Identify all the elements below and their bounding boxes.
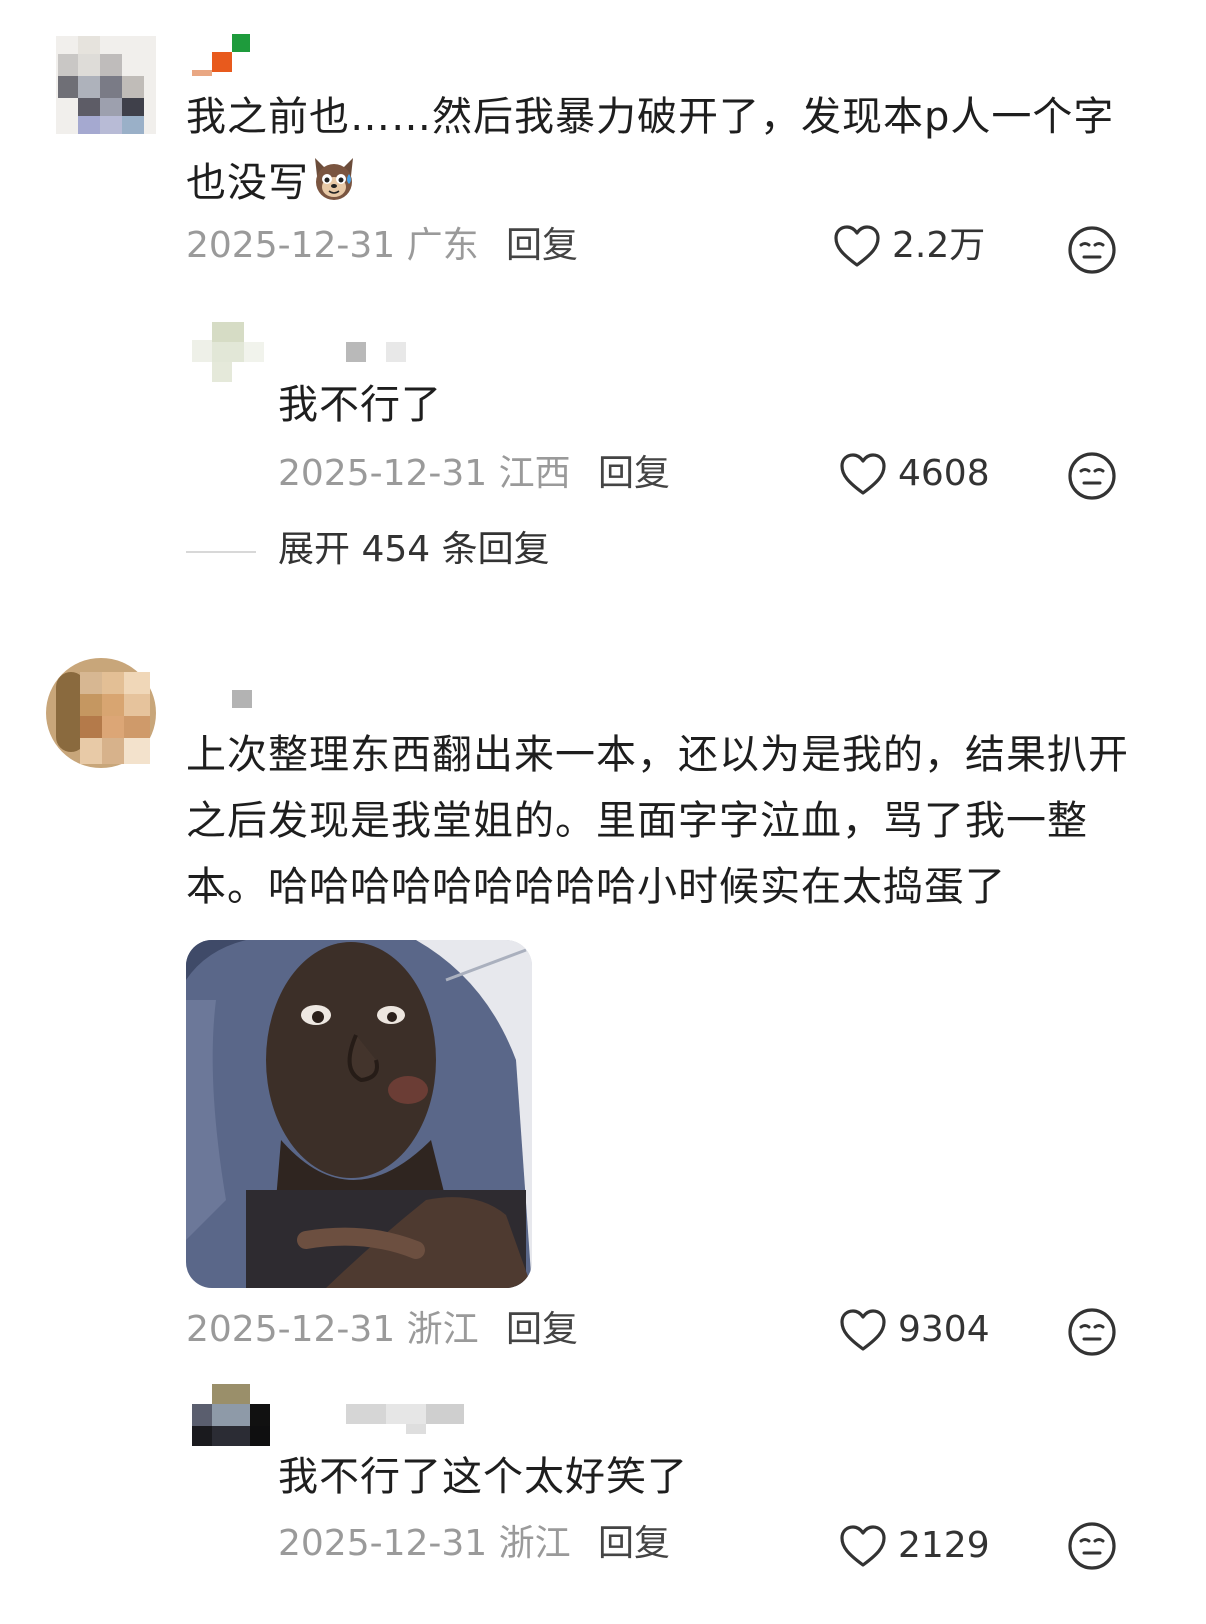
username-blurred[interactable] xyxy=(346,342,406,362)
reply-text: 我不行了 xyxy=(278,382,442,428)
like-button[interactable]: 2129 xyxy=(838,1518,990,1574)
comment-text: 我之前也……然后我暴力破开了，发现本p人一个字 也没写 xyxy=(186,94,1115,206)
like-count: 2129 xyxy=(898,1525,990,1566)
comment-meta: 2025-12-31 浙江 xyxy=(186,1308,479,1352)
neutral-face-icon[interactable] xyxy=(1066,224,1118,276)
avatar[interactable] xyxy=(192,320,272,384)
like-button[interactable]: 9304 xyxy=(838,1302,990,1358)
expand-replies-button[interactable]: 展开 454 条回复 xyxy=(278,528,550,572)
reply-meta: 2025-12-31 浙江 xyxy=(278,1522,571,1566)
comment-text: 上次整理东西翻出来一本，还以为是我的，结果扒开 之后发现是我堂姐的。里面字字泣血… xyxy=(186,732,1129,910)
like-count: 9304 xyxy=(898,1309,990,1350)
reply-region: 江西 xyxy=(498,453,571,494)
username-blurred[interactable] xyxy=(346,1404,464,1434)
comment-date: 2025-12-31 xyxy=(186,225,396,266)
heart-outline-icon xyxy=(840,1309,886,1351)
reply-button[interactable]: 回复 xyxy=(506,224,578,268)
reply-region: 浙江 xyxy=(498,1523,571,1564)
avatar[interactable] xyxy=(192,1384,272,1450)
neutral-face-icon[interactable] xyxy=(1066,1306,1118,1358)
comment-region: 广东 xyxy=(406,225,479,266)
comment-date: 2025-12-31 xyxy=(186,1309,396,1350)
comment-region: 浙江 xyxy=(406,1309,479,1350)
reply-meta: 2025-12-31 江西 xyxy=(278,452,571,496)
like-button[interactable]: 4608 xyxy=(838,446,990,502)
reply-button[interactable]: 回复 xyxy=(506,1308,578,1352)
avatar[interactable] xyxy=(46,658,156,768)
avatar[interactable] xyxy=(56,36,156,134)
dog-face-sweat-emoji xyxy=(309,154,359,204)
reply-button[interactable]: 回复 xyxy=(598,452,670,496)
reaction-meme-photo[interactable] xyxy=(186,940,532,1288)
heart-outline-icon xyxy=(840,1525,886,1567)
like-button[interactable]: 2.2万 xyxy=(832,218,985,274)
username-blurred[interactable] xyxy=(232,690,252,708)
like-count: 4608 xyxy=(898,453,990,494)
reply-text: 我不行了这个太好笑了 xyxy=(278,1454,688,1500)
comment-meta: 2025-12-31 广东 xyxy=(186,224,479,268)
reply-button[interactable]: 回复 xyxy=(598,1522,670,1566)
like-count: 2.2万 xyxy=(892,225,986,266)
expand-divider xyxy=(186,551,256,553)
heart-outline-icon xyxy=(834,225,880,267)
username-blurred[interactable] xyxy=(192,32,252,80)
reply-date: 2025-12-31 xyxy=(278,453,488,494)
heart-outline-icon xyxy=(840,453,886,495)
neutral-face-icon[interactable] xyxy=(1066,450,1118,502)
neutral-face-icon[interactable] xyxy=(1066,1520,1118,1572)
reply-date: 2025-12-31 xyxy=(278,1523,488,1564)
